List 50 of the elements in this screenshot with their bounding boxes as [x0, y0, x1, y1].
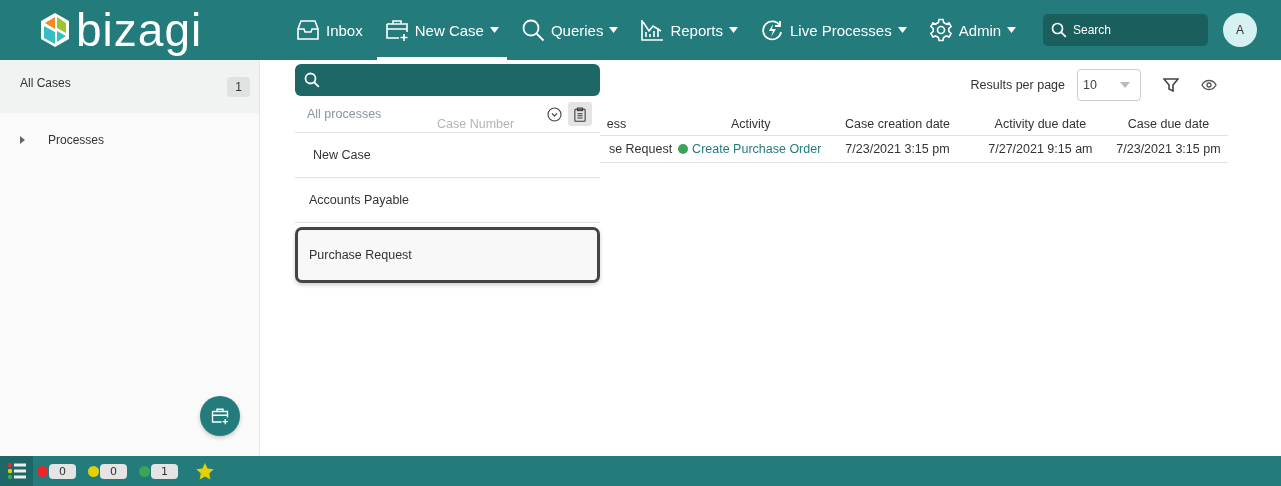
column-header: Activity due date	[993, 117, 1088, 131]
eye-icon[interactable]	[1201, 79, 1217, 91]
results-per-page-dropdown[interactable]: 10	[1077, 69, 1141, 101]
search-icon	[304, 72, 320, 88]
chevron-circle-icon[interactable]	[547, 106, 562, 122]
star-icon[interactable]	[196, 462, 214, 480]
column-header: Case creation date	[844, 117, 952, 131]
table-cell-text: 7/23/2021 3:15 pm	[1115, 142, 1222, 156]
search-field[interactable]: Search	[1043, 14, 1208, 46]
new-case-button[interactable]	[200, 396, 240, 436]
chart-icon	[640, 18, 665, 42]
nav-menu-item[interactable]: Queries	[512, 0, 627, 60]
sidebar-item[interactable]: All Cases 1	[0, 60, 259, 113]
nav-menu-item[interactable]: Live Processes	[751, 0, 915, 60]
column-header: Case Number	[436, 117, 516, 131]
process-menu-item[interactable]: Purchase Request	[295, 227, 600, 283]
user-avatar[interactable]: A	[1223, 13, 1257, 47]
settings-icon	[928, 18, 953, 42]
column-header: Case due date	[1126, 117, 1211, 131]
colored-list-icon	[6, 462, 27, 480]
table-cell-text: 7/23/2021 3:15 pm	[844, 142, 951, 156]
table-cell-text: se Request	[607, 142, 673, 156]
search-icon	[520, 18, 545, 42]
filter-icon[interactable]	[1163, 77, 1179, 93]
process-search-field[interactable]	[295, 64, 600, 96]
column-header: Activity	[729, 117, 772, 131]
briefcase-plus-icon	[211, 407, 229, 425]
count-badge[interactable]: 1	[151, 463, 178, 479]
process-menu-item[interactable]: New Case	[295, 133, 600, 178]
lightning-cycle-icon	[759, 18, 784, 42]
search-icon	[1051, 22, 1067, 38]
list-toggle-button[interactable]	[0, 456, 33, 486]
results-per-page-label: Results per page	[970, 78, 1065, 92]
inbox-tray-icon	[296, 19, 320, 41]
count-badge[interactable]: 0	[100, 463, 127, 479]
briefcase-plus-icon	[384, 18, 409, 42]
hexagon-logo-icon	[38, 11, 72, 49]
count-badge[interactable]: 0	[49, 463, 76, 479]
count-badge: 1	[227, 77, 250, 97]
column-header: ess	[605, 117, 628, 131]
sidebar-item[interactable]: Processes	[0, 113, 259, 167]
table-cell-text: 7/27/2021 9:15 am	[987, 142, 1094, 156]
nav-menu-item[interactable]: Reports	[632, 0, 746, 60]
logo-wordmark: bizagi	[76, 5, 203, 55]
nav-menu-item[interactable]: Admin	[920, 0, 1025, 60]
nav-menu-item[interactable]: Inbox	[288, 0, 371, 60]
caret-icon	[1120, 82, 1130, 88]
activity-link[interactable]: Create Purchase Order	[692, 142, 822, 156]
clipboard-button[interactable]	[568, 102, 592, 126]
clipboard-icon	[574, 105, 586, 123]
